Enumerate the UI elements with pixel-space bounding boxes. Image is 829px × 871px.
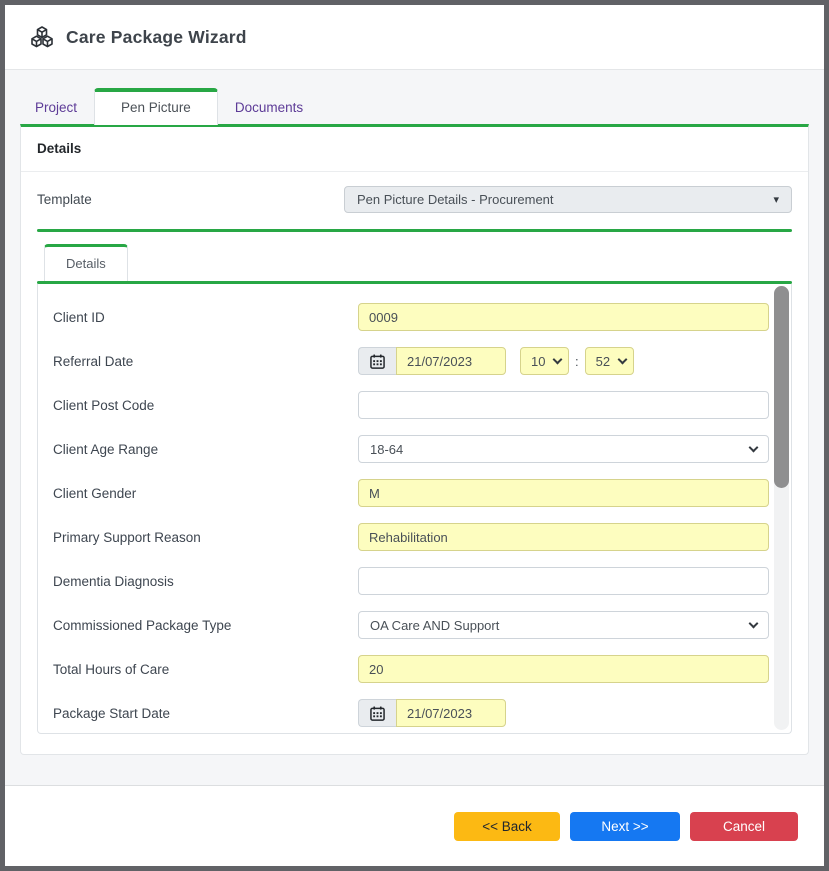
- calendar-icon[interactable]: [358, 699, 396, 727]
- field-label: Client Post Code: [38, 398, 358, 413]
- page-title: Care Package Wizard: [66, 27, 247, 48]
- calendar-icon[interactable]: [358, 347, 396, 375]
- referral-hour-select[interactable]: 10: [520, 347, 569, 375]
- panel-top-accent: [37, 229, 792, 232]
- referral-date-input[interactable]: [396, 347, 506, 375]
- caret-down-icon: ▾: [773, 193, 779, 206]
- chevron-down-icon: [617, 354, 627, 364]
- field-label: Primary Support Reason: [38, 530, 358, 545]
- next-button[interactable]: Next >>: [570, 812, 680, 841]
- form-scroll-area: Client ID Referral Date: [37, 284, 792, 734]
- referral-minute-select[interactable]: 52: [585, 347, 634, 375]
- field-row-commissioned-package-type: Commissioned Package Type OA Care AND Su…: [38, 603, 791, 647]
- field-label: Commissioned Package Type: [38, 618, 358, 633]
- package-start-date-input[interactable]: [396, 699, 506, 727]
- field-row-package-start-date: Package Start Date: [38, 691, 791, 734]
- wizard-body: Project Pen Picture Documents Details Te…: [5, 70, 824, 785]
- dementia-diagnosis-input[interactable]: [358, 567, 769, 595]
- client-post-code-input[interactable]: [358, 391, 769, 419]
- client-age-range-select[interactable]: 18-64: [358, 435, 769, 463]
- field-label: Dementia Diagnosis: [38, 574, 358, 589]
- field-row-client-gender: Client Gender: [38, 471, 791, 515]
- inner-tabs: Details: [37, 244, 792, 281]
- field-label: Total Hours of Care: [38, 662, 358, 677]
- chevron-down-icon: [749, 442, 759, 452]
- details-card: Details Template Pen Picture Details - P…: [20, 124, 809, 755]
- template-row: Template Pen Picture Details - Procureme…: [37, 186, 792, 213]
- field-label: Referral Date: [38, 354, 358, 369]
- field-row-client-age-range: Client Age Range 18-64: [38, 427, 791, 471]
- cancel-button[interactable]: Cancel: [690, 812, 798, 841]
- field-row-dementia-diagnosis: Dementia Diagnosis: [38, 559, 791, 603]
- inner-tab-details[interactable]: Details: [44, 244, 128, 281]
- field-row-client-id: Client ID: [38, 295, 791, 339]
- commissioned-package-type-select[interactable]: OA Care AND Support: [358, 611, 769, 639]
- template-label: Template: [37, 192, 344, 207]
- client-id-input[interactable]: [358, 303, 769, 331]
- template-select-value: Pen Picture Details - Procurement: [357, 192, 773, 207]
- select-value: OA Care AND Support: [370, 618, 750, 633]
- field-row-referral-date: Referral Date: [38, 339, 791, 383]
- field-row-total-hours-of-care: Total Hours of Care: [38, 647, 791, 691]
- vertical-scrollbar-track[interactable]: [774, 286, 789, 730]
- window-header: Care Package Wizard: [5, 5, 824, 70]
- cubes-icon: [29, 25, 55, 49]
- primary-support-reason-input[interactable]: [358, 523, 769, 551]
- field-label: Client ID: [38, 310, 358, 325]
- pen-picture-panel: Details Client ID Referr: [37, 229, 792, 734]
- select-value: 18-64: [370, 442, 750, 457]
- field-label: Package Start Date: [38, 706, 358, 721]
- field-row-primary-support-reason: Primary Support Reason: [38, 515, 791, 559]
- wizard-tabs: Project Pen Picture Documents: [20, 86, 809, 124]
- wizard-window: Care Package Wizard Project Pen Picture …: [0, 0, 829, 871]
- field-label: Client Gender: [38, 486, 358, 501]
- total-hours-of-care-input[interactable]: [358, 655, 769, 683]
- time-separator: :: [575, 354, 579, 369]
- client-gender-input[interactable]: [358, 479, 769, 507]
- tab-pen-picture[interactable]: Pen Picture: [94, 88, 218, 125]
- wizard-footer: << Back Next >> Cancel: [5, 785, 824, 866]
- tab-documents[interactable]: Documents: [222, 91, 316, 124]
- vertical-scrollbar-thumb[interactable]: [774, 286, 789, 488]
- details-card-header: Details: [21, 127, 808, 172]
- tab-project[interactable]: Project: [22, 91, 90, 124]
- chevron-down-icon: [749, 618, 759, 628]
- hour-value: 10: [531, 354, 554, 369]
- minute-value: 52: [596, 354, 619, 369]
- back-button[interactable]: << Back: [454, 812, 560, 841]
- details-heading: Details: [37, 141, 81, 156]
- field-label: Client Age Range: [38, 442, 358, 457]
- template-select[interactable]: Pen Picture Details - Procurement ▾: [344, 186, 792, 213]
- field-row-client-post-code: Client Post Code: [38, 383, 791, 427]
- chevron-down-icon: [553, 354, 563, 364]
